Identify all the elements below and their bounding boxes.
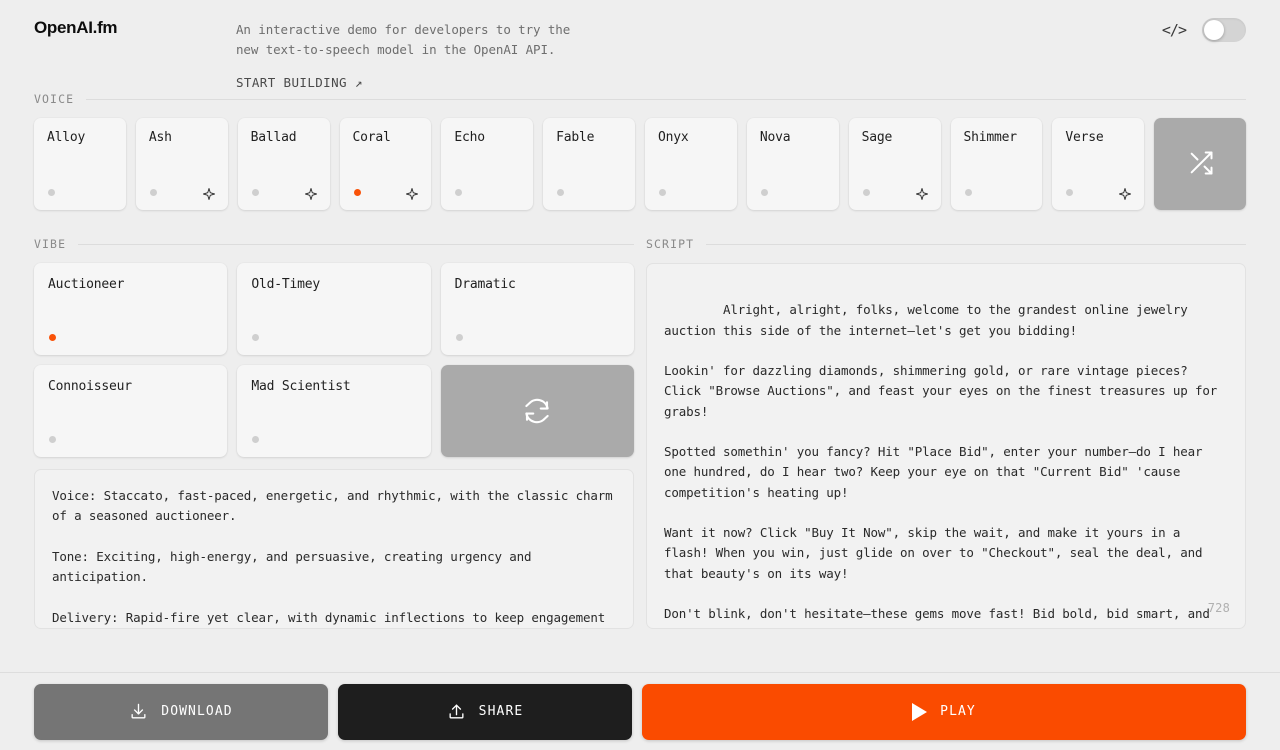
sparkle-icon: [304, 186, 318, 201]
voice-card-shimmer[interactable]: Shimmer: [950, 118, 1043, 210]
voice-status-dot: [659, 189, 666, 196]
vibe-column: VIBE Auctioneer Old-Timey Dramatic Conno…: [34, 237, 634, 629]
vibe-card-connoisseur[interactable]: Connoisseur: [34, 365, 228, 457]
voice-status-dot: [760, 189, 768, 196]
refresh-icon: [522, 396, 552, 430]
sparkle-icon: [202, 186, 216, 201]
sparkle-icon: [405, 186, 419, 201]
character-count: 728: [1207, 600, 1230, 615]
script-column: SCRIPT Alright, alright, folks, welcome …: [646, 237, 1246, 629]
voice-status-dot: [1066, 189, 1074, 196]
play-button[interactable]: PLAY: [642, 683, 1246, 740]
tagline-text: An interactive demo for developers to tr…: [236, 22, 571, 58]
vibe-card-label: Connoisseur: [48, 379, 132, 394]
voice-card-echo[interactable]: Echo: [441, 118, 534, 210]
voice-card-ash[interactable]: Ash: [135, 118, 228, 210]
download-button[interactable]: DOWNLOAD: [34, 683, 328, 740]
voice-status-dot: [455, 189, 463, 196]
script-section-label: SCRIPT: [646, 237, 695, 251]
vibe-status-dot: [49, 436, 56, 443]
voice-status-dot: [48, 189, 55, 196]
voice-card-label: Ash: [148, 130, 172, 145]
vibe-card-old-timey[interactable]: Old-Timey: [237, 263, 431, 355]
sparkle-icon: [915, 186, 929, 201]
voice-status-dot: [149, 189, 157, 196]
lower-panels: VIBE Auctioneer Old-Timey Dramatic Conno…: [34, 237, 1246, 629]
voice-card-label: Fable: [556, 130, 595, 145]
vibe-card-label: Dramatic: [454, 277, 516, 292]
vibe-status-dot: [252, 436, 260, 443]
voice-card-label: Shimmer: [963, 130, 1018, 145]
voice-card-label: Alloy: [47, 130, 86, 145]
voice-section-rule: [86, 98, 1246, 100]
vibe-card-dramatic[interactable]: Dramatic: [440, 263, 634, 355]
share-button-label: SHARE: [478, 704, 524, 719]
vibe-card-label: Mad Scientist: [251, 379, 351, 394]
voice-section-header: VOICE: [34, 92, 1246, 106]
script-textarea[interactable]: Alright, alright, folks, welcome to the …: [646, 263, 1246, 629]
share-icon: [447, 702, 466, 721]
shuffle-icon: [1187, 149, 1215, 181]
app-header: OpenAI.fm An interactive demo for develo…: [0, 0, 1280, 92]
vibe-description-textarea[interactable]: Voice: Staccato, fast-paced, energetic, …: [34, 469, 634, 629]
voice-card-label: Coral: [352, 130, 391, 145]
voice-card-fable[interactable]: Fable: [543, 118, 635, 210]
voice-grid: Alloy Ash Ballad Coral Echo Fable Onyx N…: [34, 118, 1246, 210]
vibe-card-label: Old-Timey: [251, 277, 320, 292]
vibe-status-dot: [455, 334, 463, 341]
script-section-header: SCRIPT: [646, 237, 1246, 251]
theme-toggle[interactable]: [1202, 18, 1246, 42]
vibe-regenerate-button[interactable]: [440, 365, 634, 457]
toggle-knob: [1204, 20, 1224, 40]
share-button[interactable]: SHARE: [338, 683, 632, 740]
script-text: Alright, alright, folks, welcome to the …: [664, 302, 1218, 628]
voice-status-dot: [964, 189, 972, 196]
voice-status-dot: [251, 189, 259, 196]
voice-card-label: Echo: [454, 130, 485, 145]
main-content: VOICE Alloy Ash Ballad Coral Echo Fable …: [0, 92, 1280, 629]
header-controls: </>: [1162, 10, 1246, 42]
voice-card-label: Sage: [861, 130, 893, 145]
script-section-rule: [706, 243, 1246, 245]
voice-card-label: Verse: [1065, 130, 1104, 145]
voice-card-onyx[interactable]: Onyx: [645, 118, 737, 210]
vibe-section-rule: [78, 243, 634, 245]
vibe-card-mad-scientist[interactable]: Mad Scientist: [237, 365, 431, 457]
voice-card-label: Ballad: [250, 130, 297, 145]
action-bar: DOWNLOAD SHARE PLAY: [0, 672, 1280, 750]
vibe-status-dot-selected: [49, 334, 56, 341]
play-button-label: PLAY: [940, 704, 976, 719]
voice-card-label: Onyx: [658, 130, 689, 145]
voice-card-alloy[interactable]: Alloy: [34, 118, 126, 210]
vibe-status-dot: [252, 334, 260, 341]
vibe-card-auctioneer[interactable]: Auctioneer: [34, 263, 228, 355]
sparkle-icon: [1118, 186, 1132, 201]
download-button-label: DOWNLOAD: [161, 704, 233, 719]
play-icon: [912, 702, 928, 721]
voice-card-ballad[interactable]: Ballad: [237, 118, 330, 210]
voice-card-verse[interactable]: Verse: [1052, 118, 1145, 210]
voice-card-sage[interactable]: Sage: [848, 118, 941, 210]
vibe-card-label: Auctioneer: [48, 277, 125, 292]
voice-status-dot: [557, 189, 565, 196]
voice-status-dot-selected: [353, 189, 361, 196]
vibe-grid: Auctioneer Old-Timey Dramatic Connoisseu…: [34, 263, 634, 457]
header-description-block: An interactive demo for developers to tr…: [236, 10, 1162, 91]
voice-section-label: VOICE: [34, 92, 75, 106]
start-building-link[interactable]: START BUILDING ↗: [236, 75, 363, 90]
download-icon: [129, 702, 148, 721]
voice-card-coral[interactable]: Coral: [339, 118, 432, 210]
voice-card-nova[interactable]: Nova: [746, 118, 839, 210]
brand-title: OpenAI.fm: [34, 18, 118, 37]
voice-status-dot: [862, 189, 870, 196]
voice-card-label: Nova: [759, 130, 791, 145]
vibe-section-label: VIBE: [34, 237, 67, 251]
code-icon[interactable]: </>: [1162, 21, 1187, 39]
voice-randomize-button[interactable]: [1154, 118, 1246, 210]
vibe-section-header: VIBE: [34, 237, 634, 251]
